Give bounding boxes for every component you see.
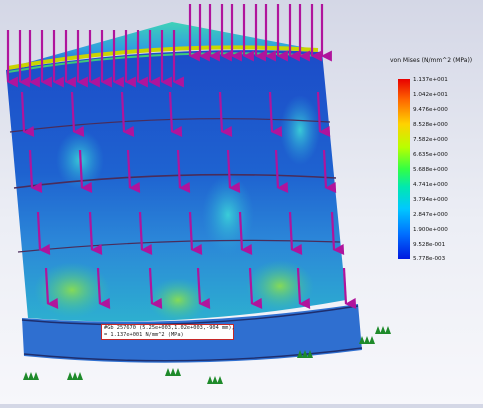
fixture-symbol	[375, 326, 381, 334]
fixture-symbol	[364, 336, 370, 344]
stress-legend: von Mises (N/mm^2 (MPa)) 1.137e+001 1.04…	[390, 57, 483, 267]
probe-stress-value: = 1.137e+001 N/mm^2 (MPa)	[104, 331, 184, 338]
probe-result-label[interactable]: #Gb 257670 (5.25e+003,1.02e+003,-904 mm)…	[101, 324, 235, 340]
legend-title: von Mises (N/mm^2 (MPa))	[390, 57, 473, 64]
fixture-symbol	[217, 376, 223, 384]
legend-tick: 5.778e-003	[413, 256, 446, 262]
fixture-symbol	[165, 368, 171, 376]
fixture-symbol	[212, 376, 218, 384]
fixture-symbol	[175, 368, 181, 376]
fixture-symbol	[77, 372, 83, 380]
legend-tick: 1.900e+000	[413, 227, 448, 233]
fixture-symbol	[23, 372, 29, 380]
legend-tick: 1.042e+001	[413, 92, 448, 98]
legend-tick: 6.635e+000	[413, 152, 448, 158]
fixture-symbol	[369, 336, 375, 344]
legend-tick: 9.476e+000	[413, 107, 448, 113]
fixture-symbol	[170, 368, 176, 376]
legend-tick: 9.528e-001	[413, 242, 446, 248]
stress-region	[280, 95, 320, 165]
legend-color-bar	[398, 79, 410, 259]
fixture-symbol	[72, 372, 78, 380]
fixture-symbol	[33, 372, 39, 380]
legend-tick: 3.794e+000	[413, 197, 448, 203]
legend-tick: 4.741e+000	[413, 182, 448, 188]
stress-region	[202, 175, 254, 255]
probe-node-coords: #Gb 257670 (5.25e+003,1.02e+003,-904 mm)…	[104, 325, 235, 331]
fixture-symbol	[67, 372, 73, 380]
legend-tick: 2.847e+000	[413, 212, 448, 218]
legend-tick: 8.528e+000	[413, 122, 448, 128]
legend-tick: 5.688e+000	[413, 167, 448, 173]
fixture-symbol	[207, 376, 213, 384]
fixture-symbol	[385, 326, 391, 334]
fixture-symbol	[28, 372, 34, 380]
legend-tick: 7.582e+000	[413, 137, 448, 143]
fixture-symbol	[380, 326, 386, 334]
legend-tick: 1.137e+001	[413, 77, 448, 83]
stress-region	[246, 260, 314, 312]
